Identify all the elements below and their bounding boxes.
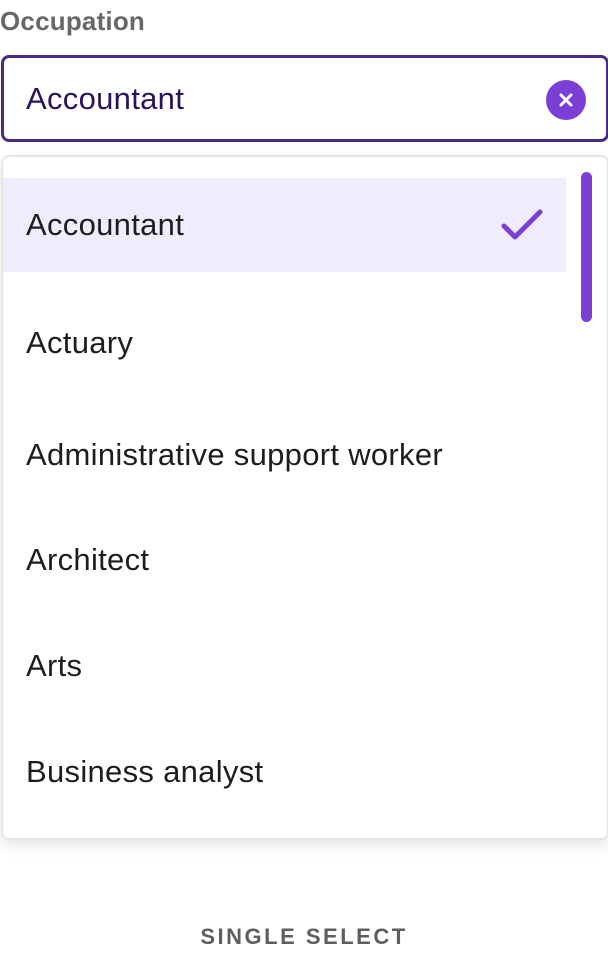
option-label: Architect	[26, 542, 150, 577]
option-architect[interactable]: Architect	[3, 513, 566, 607]
scrollbar-thumb[interactable]	[581, 172, 592, 322]
field-label: Occupation	[0, 6, 146, 36]
dropdown-list[interactable]: Accountant Actuary Administrative suppor…	[1, 155, 608, 840]
selected-value: Accountant	[26, 81, 185, 116]
page: Occupation Accountant Accountant Actuary…	[0, 0, 608, 956]
option-business-analyst[interactable]: Business analyst	[3, 725, 566, 819]
option-label: Actuary	[26, 325, 134, 360]
option-actuary[interactable]: Actuary	[3, 296, 566, 390]
option-label: Business analyst	[26, 754, 264, 789]
option-label: Accountant	[26, 207, 185, 242]
option-administrative-support-worker[interactable]: Administrative support worker	[3, 408, 566, 502]
component-caption: SINGLE SELECT	[200, 924, 408, 949]
close-icon	[559, 93, 573, 107]
option-label: Arts	[26, 648, 83, 683]
option-label: Administrative support worker	[26, 437, 444, 472]
checkmark-icon	[501, 209, 543, 240]
clear-button[interactable]	[546, 80, 586, 120]
occupation-select[interactable]: Accountant	[1, 55, 608, 142]
option-arts[interactable]: Arts	[3, 619, 566, 713]
option-accountant[interactable]: Accountant	[3, 178, 566, 272]
